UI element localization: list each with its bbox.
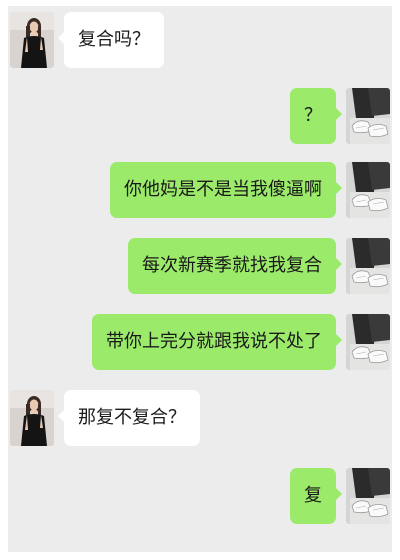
- message-row-outgoing: 你他妈是不是当我傻逼啊: [8, 162, 392, 222]
- message-bubble-incoming[interactable]: 复合吗？: [58, 12, 164, 68]
- woman-in-black-dress-avatar[interactable]: [10, 12, 54, 68]
- message-row-incoming: 复合吗？: [8, 12, 392, 72]
- message-bubble-outgoing[interactable]: 复: [290, 468, 342, 524]
- message-bubble-outgoing[interactable]: ？: [290, 88, 342, 144]
- sneakers-avatar[interactable]: [346, 468, 390, 524]
- message-row-outgoing: 每次新赛季就找我复合: [8, 238, 392, 298]
- message-bubble-outgoing[interactable]: 带你上完分就跟我说不处了: [92, 314, 342, 370]
- message-bubble-outgoing[interactable]: 你他妈是不是当我傻逼啊: [110, 162, 342, 218]
- sneakers-avatar[interactable]: [346, 314, 390, 370]
- message-row-incoming: 那复不复合？: [8, 390, 392, 450]
- sneakers-avatar[interactable]: [346, 88, 390, 144]
- chat-window[interactable]: 复合吗？ ？ 你他妈是不是当我傻逼啊 每次新赛季就找我复合 带你上完分就跟我说不…: [8, 6, 392, 552]
- message-row-outgoing: ？: [8, 88, 392, 148]
- message-bubble-outgoing[interactable]: 每次新赛季就找我复合: [128, 238, 342, 294]
- woman-in-black-dress-avatar[interactable]: [10, 390, 54, 446]
- message-bubble-incoming[interactable]: 那复不复合？: [58, 390, 200, 446]
- message-row-outgoing: 复: [8, 468, 392, 528]
- message-row-outgoing: 带你上完分就跟我说不处了: [8, 314, 392, 374]
- sneakers-avatar[interactable]: [346, 238, 390, 294]
- sneakers-avatar[interactable]: [346, 162, 390, 218]
